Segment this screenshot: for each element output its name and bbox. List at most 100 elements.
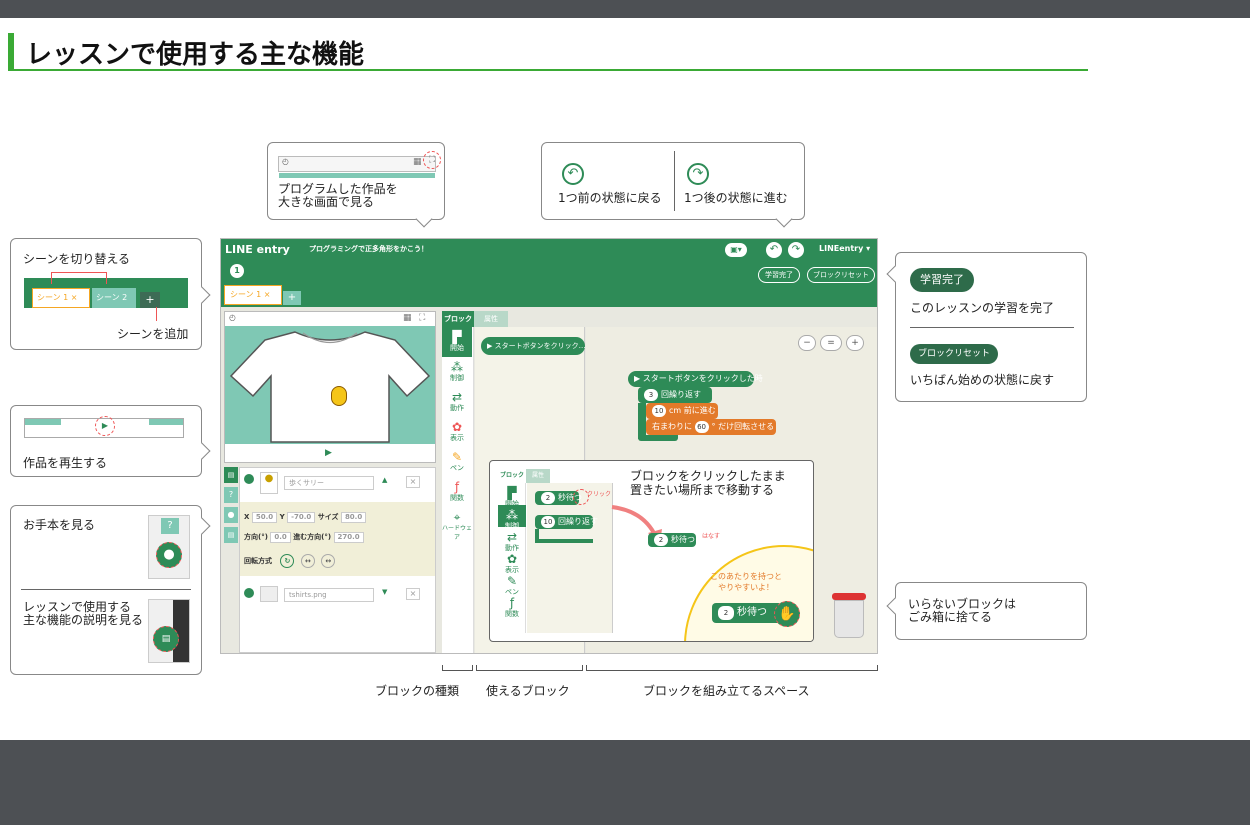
block-category-list: ▛ 開始 ⁂ 制御 ⇄ 動作 ✿ 表示 ✎ ペン ƒ 関数 ⌖ ハードウェア [442,327,474,653]
block-reset-button[interactable]: ブロックリセット [807,267,875,283]
attribute-tab[interactable]: 属性 [474,311,508,327]
sally-character [331,386,347,406]
rotation-row: 回転方式 ↻ ↔ ↔ [244,554,336,568]
title-accent-bar [8,33,14,71]
inset-repeat-body [535,529,593,543]
help-button[interactable]: ▤ [224,527,238,543]
lesson-complete-button[interactable]: 学習完了 [758,267,800,283]
rotate-free-icon[interactable]: ↻ [280,554,295,568]
drag-inset: ブロック 属性 ▛ 開始 ⁂ 制御 ⇄ 動作 ✿ 表示 ✎ ペン ƒ 関数 2 秒待つ クリッ… [489,460,814,642]
undo-button[interactable]: ↶ [766,242,782,258]
inset-category-motion: ⇄ 動作 [505,530,519,553]
stage-fullscreen-icon[interactable]: ⛶ [419,313,425,323]
x-row: X 50.0 Y -70.0 サイズ 80.0 [244,512,367,523]
object-expand-icon[interactable]: ▲ [382,476,387,484]
object-list-button[interactable]: ▤ [224,467,238,483]
build-space-bracket [586,665,878,671]
scene-switch-text: シーンを切り替える [23,252,131,266]
block-tab[interactable]: ブロック [442,311,474,327]
build-space-label: ブロックを組み立てるスペース [643,684,810,698]
object-delete-button[interactable]: × [406,476,420,488]
stage-panel: ◴ ▦ ⛶ ▶ [224,311,436,463]
lightbulb-icon: ● [156,542,182,568]
redo-button[interactable]: ↷ [788,242,804,258]
script-move-block[interactable]: 10 cm 前に進む [646,403,718,419]
play-callout: ▶ 作品を再生する [10,405,202,477]
zoom-out-button[interactable]: − [798,335,816,351]
background-name-field[interactable]: tshirts.png [284,588,374,602]
stage-canvas [225,326,435,444]
object-name-field[interactable]: 歩くサリー [284,476,374,490]
inset-attribute-tab: 属性 [526,469,550,483]
trash-callout-text: いらないブロックは ごみ箱に捨てる [908,597,1017,624]
category-motion[interactable]: ⇄ 動作 [442,387,472,417]
size-label: サイズ [317,513,339,521]
account-menu[interactable]: LINEentry ▾ [819,244,870,253]
hint-button[interactable]: ? [224,487,238,503]
direction-label: 方向(°) [244,533,268,541]
mini-play-bar: ▶ [24,416,184,438]
x-input[interactable]: 50.0 [251,512,278,523]
undo-icon: ↶ [562,163,584,185]
script-start-block[interactable]: ▶ スタートボタンをクリックした時 [628,371,763,387]
zoom-reset-button[interactable]: = [820,335,842,351]
background-expand-icon[interactable]: ▼ [382,588,387,596]
mini-stage-bar: ◴ ▦ ⛶ [278,151,441,178]
add-scene-button[interactable]: + [283,291,301,305]
direction-input[interactable]: 0.0 [270,532,291,543]
mini-help-panel: ▤ [148,599,190,663]
reset-callout-text: いちばん始めの状態に戻す [910,373,1055,387]
inset-category-looks: ✿ 表示 [505,552,519,575]
scene-tab-1[interactable]: シーン 1 × [224,285,282,305]
category-looks[interactable]: ✿ 表示 [442,417,472,447]
example-button[interactable]: ● [224,507,238,523]
mini-example-panel: ? ● [148,515,190,579]
object-properties: X 50.0 Y -70.0 サイズ 80.0 方向(°) 0.0 進む方向(°… [240,502,435,576]
mini-complete-button: 学習完了 [910,268,974,292]
y-label: Y [279,513,285,521]
stage-grid-icon[interactable]: ▦ [403,313,412,323]
inset-block-tab: ブロック [498,469,526,483]
play-callout-text: 作品を再生する [23,456,108,470]
app-header: LINE entry プログラミングで正多角形をかこう！ 1 ▣▾ ↶ ↷ LI… [221,239,877,307]
mini-timer-icon: ◴ [282,157,289,166]
app-window: LINE entry プログラミングで正多角形をかこう！ 1 ▣▾ ↶ ↷ LI… [220,238,878,654]
mini-hint-button: ? [161,518,179,534]
rotate-none-icon[interactable]: ↔ [321,554,336,568]
category-start[interactable]: ▛ 開始 [442,327,472,357]
background-visible-icon[interactable] [244,588,254,598]
stage-timer-icon: ◴ [229,313,236,322]
mini-stage-strip [279,173,435,178]
object-visible-icon[interactable] [244,474,254,484]
example-callout-text: お手本を見る [23,518,96,532]
palette-start-block[interactable]: ▶ スタートボタンをクリック… [481,337,586,355]
fullscreen-callout: ◴ ▦ ⛶ プログラムした作品を 大きな画面で見る [267,142,445,220]
trash-can-icon[interactable] [832,593,866,639]
inset-zoomed-wait-block: 2 秒待つ [712,603,782,623]
size-input[interactable]: 80.0 [340,512,367,523]
inset-palette: 2 秒待つ クリック 10 回繰り返す [527,483,613,633]
script-turn-block[interactable]: 右まわりに 60 ° だけ回転させる [646,419,776,435]
category-hardware[interactable]: ⌖ ハードウェア [442,507,472,542]
stage-play-button[interactable]: ▶ [325,448,332,458]
move-direction-input[interactable]: 270.0 [333,532,364,543]
script-repeat-block[interactable]: 3 回繰り返す [638,387,712,403]
trash-callout: いらないブロックは ごみ箱に捨てる [895,582,1087,640]
rotate-horizontal-icon[interactable]: ↔ [300,554,315,568]
category-pen[interactable]: ✎ ペン [442,447,472,477]
available-blocks-bracket [476,665,583,671]
category-function[interactable]: ƒ 関数 [442,477,472,507]
example-divider [21,589,191,590]
inset-release-label: はなす [702,533,721,540]
save-menu-button[interactable]: ▣▾ [725,243,747,257]
complete-callout-text: このレッスンの学習を完了 [910,301,1055,315]
background-delete-button[interactable]: × [406,588,420,600]
mini-fullscreen-icon: ⛶ [423,151,441,169]
mini-scene-add-button: + [140,292,160,308]
y-input[interactable]: -70.0 [287,512,316,523]
side-tool-bar: ▤ ? ● ▤ [224,467,238,561]
zoom-in-button[interactable]: + [846,335,864,351]
category-control[interactable]: ⁂ 制御 [442,357,472,387]
hold-hint-circle [684,545,813,641]
undo-redo-callout: ↶ 1つ前の状態に戻る ↷ 1つ後の状態に進む [541,142,805,220]
